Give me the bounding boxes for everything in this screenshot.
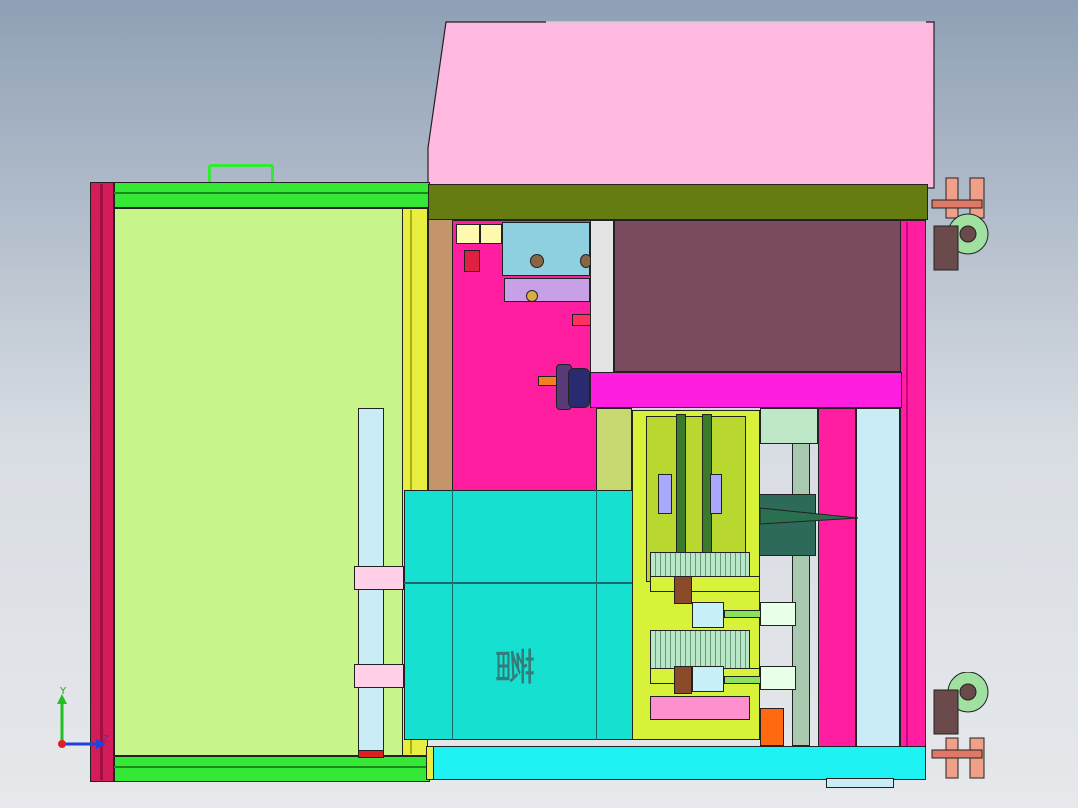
blue-slider-2	[710, 474, 722, 514]
storage-box-divider-h	[404, 582, 634, 584]
top-hood	[427, 21, 935, 189]
top-frame-rail	[114, 182, 430, 208]
magenta-crossbar	[590, 372, 902, 408]
yellow-corner-tab	[426, 746, 434, 780]
bottom-frame-rail	[114, 756, 430, 782]
caster-top[interactable]	[926, 176, 996, 272]
orange-tab	[760, 708, 784, 746]
latch-bracket-upper[interactable]	[354, 566, 404, 590]
purple-panel	[614, 220, 902, 372]
tan-side-panel	[428, 218, 454, 494]
olive-inner-column	[596, 408, 632, 494]
axis-y-label: Y	[60, 686, 67, 697]
blue-slider-1	[658, 474, 672, 514]
olive-top-beam	[428, 184, 928, 220]
storage-box-divider-v2	[596, 490, 597, 740]
pink-base-pad	[650, 696, 750, 720]
storage-box-divider-v1	[452, 490, 453, 740]
storage-box-label: 蓄	[491, 639, 535, 685]
top-frame-line	[114, 192, 430, 194]
small-yellow-tab-2	[480, 224, 502, 244]
gear-rack-lower	[650, 630, 750, 670]
bottom-frame-line	[114, 766, 430, 768]
crank-hub	[568, 368, 590, 408]
wedge-blade	[760, 507, 859, 525]
caster-bottom[interactable]	[926, 672, 996, 784]
bottom-frame-red-tab	[358, 750, 384, 758]
base-foot-tab	[826, 778, 894, 788]
right-lower-light-panel	[856, 408, 900, 748]
lavender-rail	[504, 278, 590, 302]
small-red-switch	[464, 250, 480, 272]
shaft-cap	[760, 408, 818, 444]
vertical-shaft	[792, 440, 810, 746]
green-belt-1	[676, 414, 686, 556]
lavender-knob	[526, 290, 538, 302]
rod-upper-end	[760, 602, 796, 626]
brown-gear-lower	[674, 666, 692, 694]
red-small-block	[572, 314, 592, 326]
cad-viewport[interactable]: 蓄 Y Z	[0, 0, 1078, 808]
small-yellow-tab-1	[456, 224, 480, 244]
cyan-valve-block	[502, 222, 590, 276]
brown-gear-upper	[674, 576, 692, 604]
bolt-1	[530, 254, 544, 268]
white-block-lower	[692, 666, 724, 692]
right-lower-magenta	[818, 408, 856, 748]
right-column-stripe	[906, 222, 908, 746]
latch-bracket-lower[interactable]	[354, 664, 404, 688]
axis-z-label: Z	[102, 734, 109, 745]
rod-lower-end	[760, 666, 796, 690]
storage-box	[404, 490, 634, 740]
cyan-base-plate	[428, 746, 926, 780]
right-magenta-column	[900, 220, 926, 748]
gray-column	[590, 220, 614, 374]
clamp-upper	[650, 576, 760, 592]
white-block-upper	[692, 602, 724, 628]
